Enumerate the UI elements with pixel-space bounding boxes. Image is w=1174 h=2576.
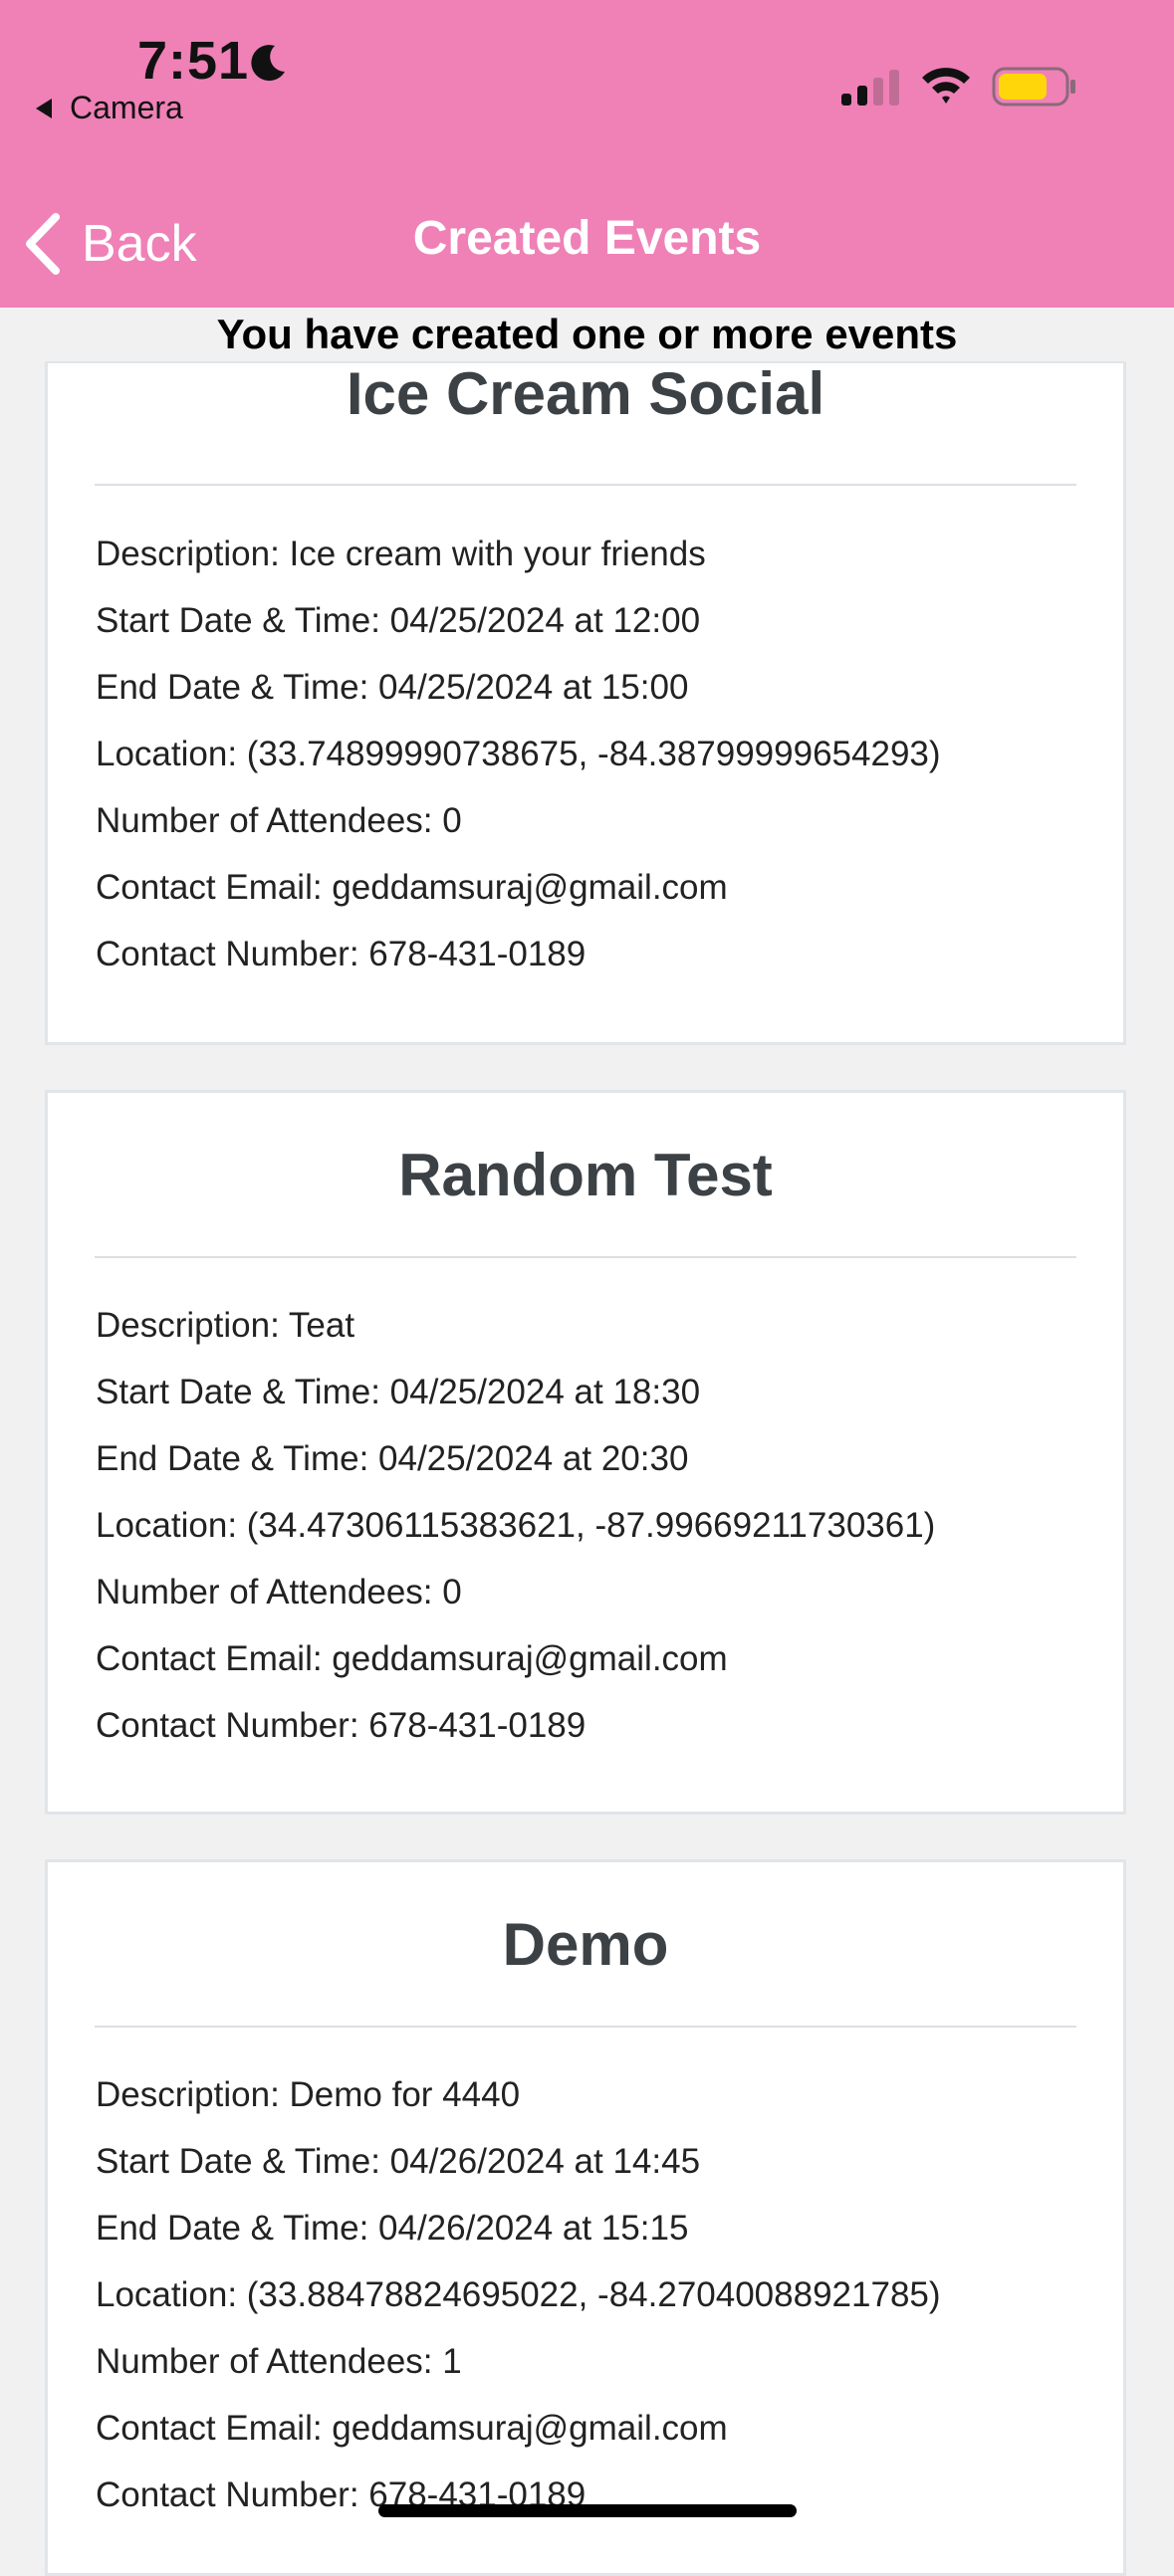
return-app-label: Camera <box>70 90 183 125</box>
event-title: Demo <box>502 1911 669 1978</box>
event-phone: Contact Number: 678-431-0189 <box>96 1706 587 1745</box>
wifi-icon <box>922 68 970 104</box>
event-attendees: Number of Attendees: 1 <box>96 2342 462 2381</box>
event-phone: Contact Number: 678-431-0189 <box>96 2475 587 2514</box>
event-location: Location: (34.47306115383621, -87.996692… <box>96 1506 936 1545</box>
moon-icon <box>251 45 285 82</box>
event-end: End Date & Time: 04/25/2024 at 15:00 <box>96 668 689 707</box>
event-description: Description: Demo for 4440 <box>96 2075 521 2114</box>
event-attendees: Number of Attendees: 0 <box>96 801 462 840</box>
event-card[interactable]: Random Test Description: Teat Start Date… <box>45 1090 1126 1815</box>
page-title: Created Events <box>412 212 762 265</box>
event-start: Start Date & Time: 04/25/2024 at 18:30 <box>96 1373 701 1411</box>
status-time: 7:51 <box>137 31 250 91</box>
event-attendees: Number of Attendees: 0 <box>96 1573 462 1611</box>
divider <box>95 2026 1076 2028</box>
event-email: Contact Email: geddamsuraj@gmail.com <box>96 1639 728 1678</box>
battery-icon <box>992 67 1075 107</box>
event-email: Contact Email: geddamsuraj@gmail.com <box>96 2409 728 2448</box>
events-subheader: You have created one or more events <box>0 308 1174 361</box>
event-description: Description: Ice cream with your friends <box>96 535 706 573</box>
event-start: Start Date & Time: 04/26/2024 at 14:45 <box>96 2142 701 2181</box>
event-end: End Date & Time: 04/26/2024 at 15:15 <box>96 2209 689 2248</box>
event-start: Start Date & Time: 04/25/2024 at 12:00 <box>96 601 701 640</box>
event-location: Location: (33.74899990738675, -84.387999… <box>96 735 941 773</box>
divider <box>95 484 1076 486</box>
event-email: Contact Email: geddamsuraj@gmail.com <box>96 868 728 907</box>
back-triangle-icon <box>36 98 52 118</box>
home-indicator[interactable] <box>378 2504 797 2517</box>
divider <box>95 1256 1076 1258</box>
app-header: 7:51 Camera Back Created Events <box>0 0 1174 308</box>
event-description: Description: Teat <box>96 1306 355 1345</box>
event-location: Location: (33.88478824695022, -84.270400… <box>96 2275 941 2314</box>
event-card[interactable]: Demo Description: Demo for 4440 Start Da… <box>45 1859 1126 2576</box>
event-phone: Contact Number: 678-431-0189 <box>96 935 587 973</box>
event-end: End Date & Time: 04/25/2024 at 20:30 <box>96 1439 689 1478</box>
return-to-camera-link[interactable]: Camera <box>36 90 183 126</box>
event-card[interactable]: Ice Cream Social Description: Ice cream … <box>45 360 1126 1045</box>
event-title: Random Test <box>398 1142 773 1208</box>
event-title: Ice Cream Social <box>346 360 825 427</box>
signal-icon <box>841 70 899 106</box>
